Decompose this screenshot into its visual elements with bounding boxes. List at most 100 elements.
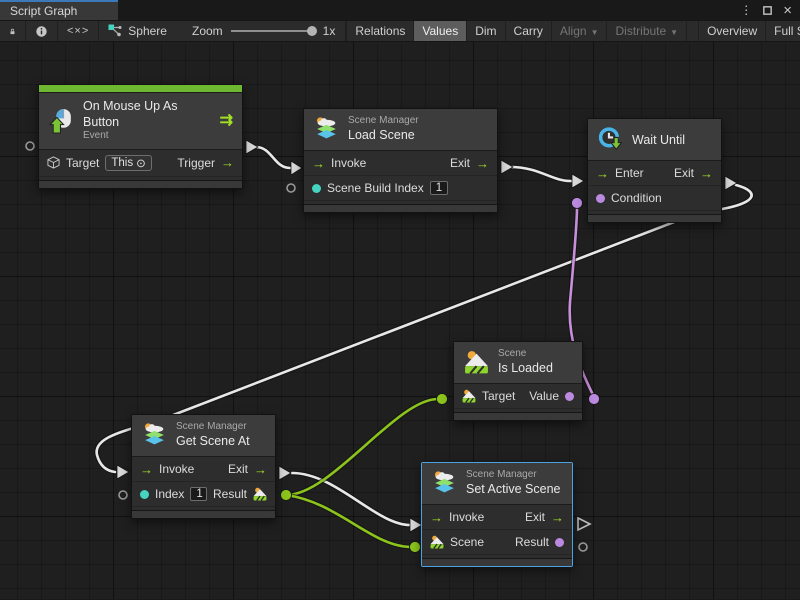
info-icon — [35, 25, 48, 38]
node-load-scene[interactable]: Scene Manager Load Scene → Invoke Exit →… — [303, 108, 498, 213]
port-load-exit-out[interactable] — [501, 160, 513, 174]
node-category: Scene Manager — [466, 469, 561, 482]
int-port-icon[interactable] — [140, 490, 149, 499]
node-header[interactable]: On Mouse Up As Button Event ⇉ — [39, 93, 242, 150]
scene-port-icon[interactable] — [430, 535, 444, 549]
port-load-invoke-in[interactable] — [291, 161, 302, 175]
flow-arrow-icon[interactable]: → — [254, 463, 267, 476]
scene-port-icon[interactable] — [253, 487, 267, 501]
node-header[interactable]: Scene Manager Load Scene — [304, 109, 497, 151]
graph-icon — [108, 24, 122, 38]
node-title: On Mouse Up As Button — [83, 99, 212, 130]
node-on-mouse-up-as-button[interactable]: On Mouse Up As Button Event ⇉ Target Thi… — [38, 84, 243, 189]
port-row-scene-result: Scene Result — [422, 530, 572, 555]
node-set-active-scene[interactable]: Scene Manager Set Active Scene → Invoke … — [421, 462, 573, 567]
invoke-port-label: Invoke — [159, 462, 194, 476]
graph-canvas[interactable]: On Mouse Up As Button Event ⇉ Target Thi… — [0, 42, 800, 599]
carry-button[interactable]: Carry — [506, 21, 552, 41]
port-set-scene-in[interactable] — [410, 542, 421, 553]
int-port-icon[interactable] — [312, 184, 321, 193]
port-row-target-trigger: Target This ⊙ Trigger → — [39, 150, 242, 177]
align-button[interactable]: Align ▼ — [552, 21, 608, 41]
node-header[interactable]: Wait Until — [588, 119, 721, 161]
node-footer — [422, 558, 572, 566]
object-picker-icon[interactable]: ⊙ — [136, 156, 146, 170]
port-event-target-unconnected[interactable] — [26, 142, 34, 150]
mouse-up-icon — [48, 107, 75, 134]
node-wait-until[interactable]: Wait Until → Enter Exit → Condition — [587, 118, 722, 223]
node-header[interactable]: Scene Manager Get Scene At — [132, 415, 275, 457]
port-trigger-out[interactable] — [246, 140, 258, 154]
window-controls: ⋮ × — [740, 0, 800, 20]
script-graph-window: Script Graph ⋮ × <×> Sphere — [0, 0, 800, 600]
zoom-slider[interactable] — [231, 30, 315, 32]
target-value-chip[interactable]: This ⊙ — [105, 155, 151, 171]
port-wait-exit-out[interactable] — [725, 176, 737, 190]
target-port-label: Target — [482, 389, 515, 403]
graph-context[interactable]: Sphere — [99, 21, 176, 41]
info-button[interactable] — [26, 21, 58, 41]
coroutine-toggle-icon[interactable]: ⇉ — [220, 113, 233, 129]
scene-build-index-input[interactable]: 1 — [430, 181, 448, 195]
relations-button[interactable]: Relations — [346, 21, 414, 41]
flow-arrow-icon[interactable]: → — [596, 167, 609, 180]
port-row-condition: Condition — [588, 186, 721, 211]
flow-arrow-icon[interactable]: → — [700, 167, 713, 180]
gameobject-cube-icon — [47, 156, 60, 169]
carry-label: Carry — [514, 24, 543, 38]
node-footer — [132, 510, 275, 518]
port-isloaded-value-out[interactable] — [589, 394, 600, 405]
lock-button[interactable] — [0, 21, 26, 41]
node-footer — [304, 204, 497, 212]
tab-label: Script Graph — [10, 4, 77, 18]
zoom-slider-handle[interactable] — [307, 26, 317, 36]
scene-manager-icon — [313, 116, 340, 143]
scene-port-label: Scene — [450, 535, 484, 549]
port-set-result-unconnected[interactable] — [579, 543, 587, 551]
code-view-button[interactable]: <×> — [58, 21, 99, 41]
node-is-loaded[interactable]: Scene Is Loaded Target Value — [453, 341, 583, 421]
flow-arrow-icon[interactable]: → — [551, 511, 564, 524]
scene-manager-icon — [431, 470, 458, 497]
port-get-exit-out[interactable] — [279, 466, 291, 480]
port-get-index-unconnected[interactable] — [119, 491, 127, 499]
dim-label: Dim — [475, 24, 496, 38]
bool-port-icon[interactable] — [596, 194, 605, 203]
flow-arrow-icon[interactable]: → — [140, 463, 153, 476]
scene-port-icon[interactable] — [462, 389, 476, 403]
close-icon[interactable]: × — [783, 3, 792, 18]
chevron-down-icon: ▼ — [670, 28, 678, 37]
port-isloaded-target-in[interactable] — [437, 394, 448, 405]
menu-icon[interactable]: ⋮ — [740, 4, 752, 16]
flow-arrow-icon[interactable]: → — [312, 157, 325, 170]
node-category: Scene Manager — [348, 115, 419, 128]
flow-arrow-icon[interactable]: → — [430, 511, 443, 524]
maximize-icon[interactable] — [762, 5, 773, 16]
overview-label: Overview — [707, 24, 757, 38]
wire-result-to-isloaded-target[interactable] — [286, 399, 438, 495]
node-header[interactable]: Scene Is Loaded — [454, 342, 582, 384]
flow-arrow-icon[interactable]: → — [476, 157, 489, 170]
values-button[interactable]: Values — [414, 21, 467, 41]
port-get-result-out[interactable] — [281, 490, 292, 501]
overview-button[interactable]: Overview — [699, 21, 766, 41]
tab-script-graph[interactable]: Script Graph — [0, 0, 118, 20]
port-get-invoke-in[interactable] — [117, 465, 129, 479]
event-accent-bar — [39, 85, 242, 93]
port-load-index-unconnected[interactable] — [287, 184, 295, 192]
dim-button[interactable]: Dim — [467, 21, 505, 41]
port-wait-condition-in[interactable] — [572, 198, 583, 209]
align-label: Align — [560, 24, 587, 38]
node-header[interactable]: Scene Manager Set Active Scene — [422, 463, 572, 505]
chevron-down-icon: ▼ — [591, 28, 599, 37]
index-input[interactable]: 1 — [190, 487, 207, 501]
port-wait-enter-in[interactable] — [572, 174, 584, 188]
port-set-exit-unconnected[interactable] — [578, 518, 590, 530]
bool-port-icon[interactable] — [565, 392, 574, 401]
full-screen-button[interactable]: Full Screen — [766, 21, 800, 41]
distribute-button[interactable]: Distribute ▼ — [607, 21, 687, 41]
node-get-scene-at[interactable]: Scene Manager Get Scene At → Invoke Exit… — [131, 414, 276, 519]
distribute-label: Distribute — [615, 24, 666, 38]
scene-result-port-icon[interactable] — [555, 538, 564, 547]
flow-arrow-icon[interactable]: → — [221, 156, 234, 169]
